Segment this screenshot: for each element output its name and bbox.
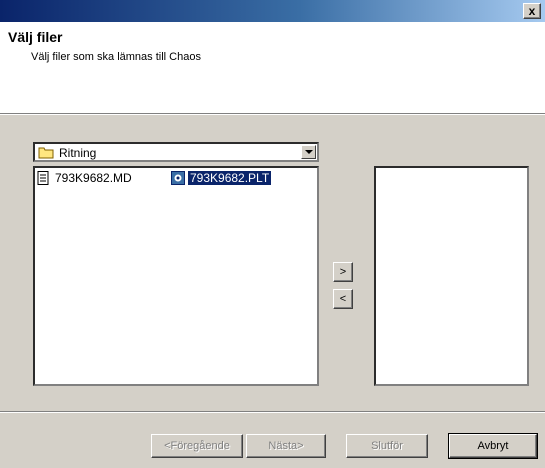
page-title: Välj filer	[8, 29, 63, 45]
selected-files-list[interactable]	[374, 166, 529, 386]
finish-button[interactable]: Slutför	[346, 434, 428, 458]
folder-icon	[38, 147, 54, 159]
folder-combo-value: Ritning	[59, 146, 97, 160]
file-name: 793K9682.MD	[55, 171, 132, 185]
document-icon	[37, 171, 49, 185]
title-bar: x	[0, 0, 545, 22]
add-file-button[interactable]: >	[333, 262, 353, 282]
list-item[interactable]: 793K9682.MD	[37, 170, 132, 186]
wizard-header	[0, 22, 545, 115]
remove-file-button[interactable]: <	[333, 289, 353, 309]
available-files-list[interactable]: 793K9682.MD 793K9682.PLT	[33, 166, 319, 386]
chevron-down-icon[interactable]	[301, 145, 316, 159]
cancel-button[interactable]: Avbryt	[448, 433, 538, 459]
next-button[interactable]: Nästa>	[246, 434, 326, 458]
page-subtitle: Välj filer som ska lämnas till Chaos	[31, 51, 201, 63]
back-button[interactable]: <Föregående	[151, 434, 243, 458]
plot-file-icon	[171, 171, 185, 185]
close-button[interactable]: x	[523, 3, 541, 19]
list-item[interactable]: 793K9682.PLT	[171, 170, 273, 186]
close-icon: x	[528, 4, 536, 18]
file-name: 793K9682.PLT	[186, 170, 273, 186]
folder-combo[interactable]: Ritning	[33, 142, 319, 162]
